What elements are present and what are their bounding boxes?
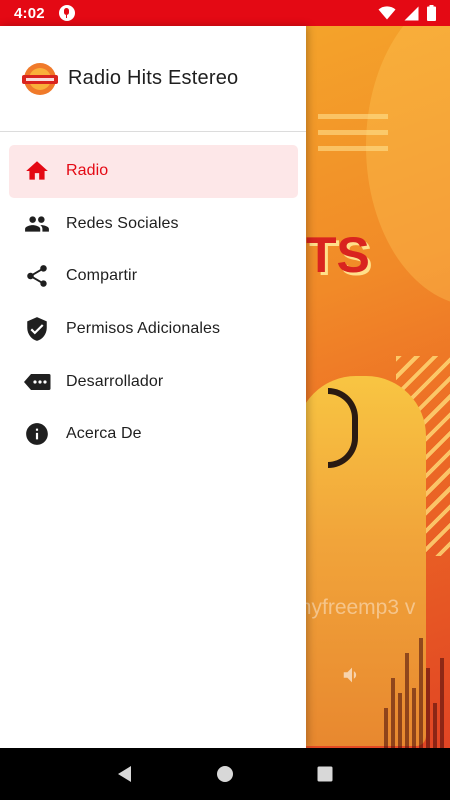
background-logo-fragment: TS (306, 227, 370, 283)
menu-label-redes-sociales: Redes Sociales (66, 214, 179, 232)
radio-player-background: TS myfreemp3 v (306, 26, 450, 748)
recents-icon (317, 766, 333, 782)
menu-item-radio[interactable]: Radio (9, 145, 298, 198)
drawer-header: Radio Hits Estereo (0, 26, 306, 132)
menu-item-acerca-de[interactable]: Acerca De (9, 408, 298, 461)
menu-label-permisos-adicionales: Permisos Adicionales (66, 320, 221, 338)
audio-visualizer (384, 638, 444, 748)
menu-item-redes-sociales[interactable]: Redes Sociales (9, 198, 298, 251)
app-title: Radio Hits Estereo (68, 67, 239, 89)
status-bar: 4:02 (0, 0, 450, 26)
background-watermark: myfreemp3 v (306, 596, 416, 619)
microphone-active-icon (58, 5, 75, 21)
home-circle-icon (217, 766, 233, 782)
people-icon (23, 210, 51, 238)
background-stripes (318, 114, 388, 162)
back-icon (118, 766, 131, 782)
back-button[interactable] (105, 754, 145, 794)
battery-icon (427, 5, 436, 21)
menu-item-compartir[interactable]: Compartir (9, 250, 298, 303)
menu-label-compartir: Compartir (66, 267, 138, 285)
status-time: 4:02 (14, 4, 45, 22)
background-glow (366, 26, 450, 306)
verified-shield-icon (23, 315, 51, 343)
navigation-drawer: Radio Hits Estereo Radio Redes Sociales … (0, 26, 306, 748)
wifi-icon (378, 6, 396, 20)
status-icons (378, 5, 436, 21)
menu-item-permisos-adicionales[interactable]: Permisos Adicionales (9, 303, 298, 356)
menu-label-acerca-de: Acerca De (66, 425, 142, 443)
developer-tag-icon (23, 368, 51, 396)
app-logo (22, 62, 58, 95)
system-navigation-bar (0, 748, 450, 800)
signal-icon (404, 6, 419, 20)
share-icon (23, 262, 51, 290)
menu-label-radio: Radio (66, 162, 109, 180)
drawer-menu: Radio Redes Sociales Compartir Permisos … (0, 132, 306, 461)
recents-button[interactable] (305, 754, 345, 794)
volume-icon[interactable] (341, 664, 363, 686)
menu-item-desarrollador[interactable]: Desarrollador (9, 355, 298, 408)
home-button[interactable] (205, 754, 245, 794)
info-icon (23, 420, 51, 448)
home-icon (23, 157, 51, 185)
menu-label-desarrollador: Desarrollador (66, 372, 164, 390)
